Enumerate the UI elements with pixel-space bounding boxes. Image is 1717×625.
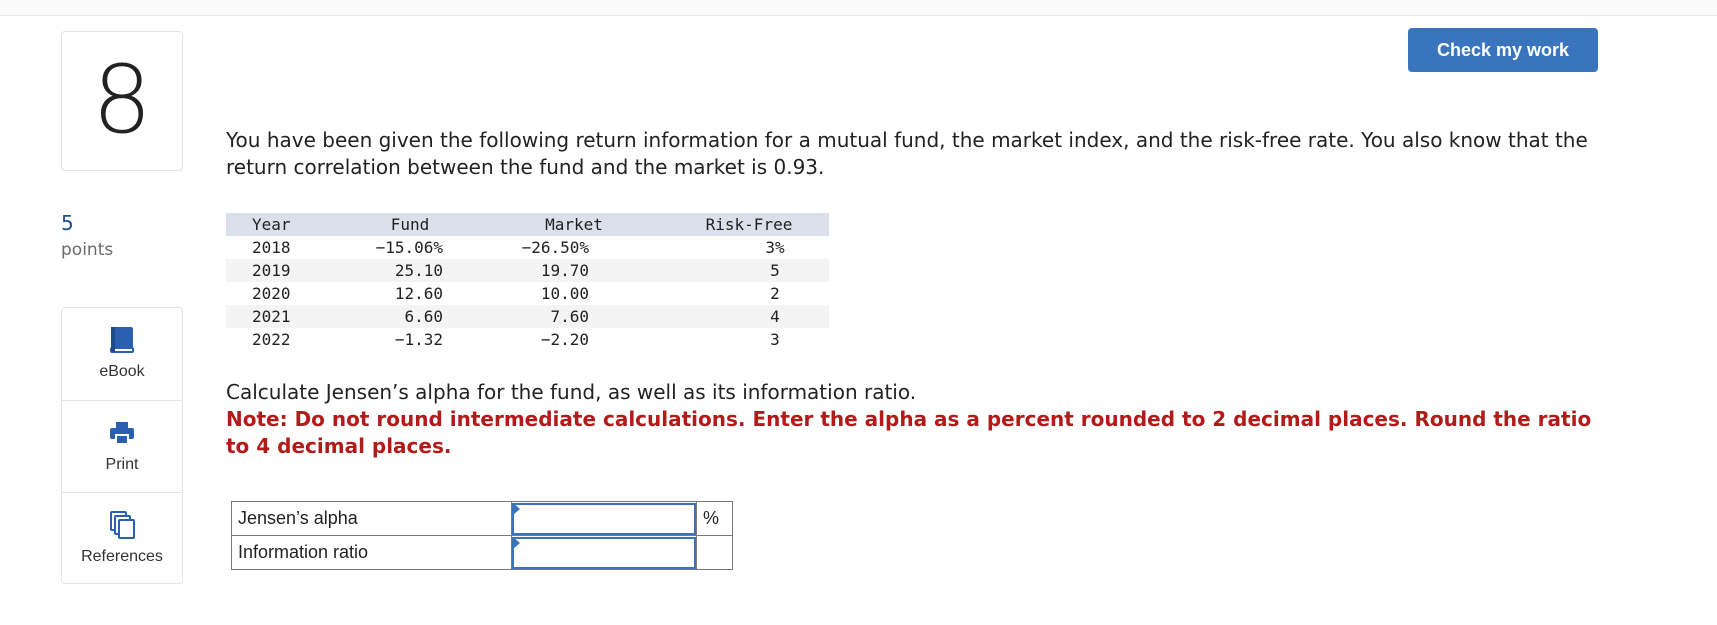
cell-market: −2.20 — [540, 330, 589, 349]
table-row: 2020 12.60 10.00 2 — [226, 282, 829, 305]
cell-year: 2021 — [252, 307, 291, 326]
cell-year: 2020 — [252, 284, 291, 303]
cell-market: 7.60 — [550, 307, 589, 326]
top-bar — [0, 0, 1717, 16]
cell-fund: 6.60 — [404, 307, 443, 326]
cell-fund: 25.10 — [394, 261, 443, 280]
cell-fund: −1.32 — [394, 330, 443, 349]
ratio-label: Information ratio — [231, 535, 512, 570]
alpha-input-cell — [511, 501, 697, 536]
references-button[interactable]: References — [62, 492, 182, 584]
table-row: 2021 6.60 7.60 4 — [226, 305, 829, 328]
cell-risk-free: 3% — [765, 238, 785, 257]
points-value: 5 — [61, 211, 74, 235]
alpha-unit: % — [696, 501, 733, 536]
ebook-button[interactable]: eBook — [62, 308, 182, 400]
cell-risk-free: 2 — [770, 284, 780, 303]
question-number-box: 8 — [61, 31, 183, 171]
points-label: points — [61, 240, 114, 260]
question-instruction: Calculate Jensen’s alpha for the fund, a… — [226, 380, 917, 404]
table-row: 2022 −1.32 −2.20 3 — [226, 328, 829, 351]
check-my-work-button[interactable]: Check my work — [1408, 28, 1598, 72]
cell-market: 19.70 — [540, 261, 589, 280]
question-number: 8 — [92, 46, 152, 155]
ratio-input-cell — [511, 535, 697, 570]
alpha-label: Jensen’s alpha — [231, 501, 512, 536]
header-fund: Fund — [390, 215, 430, 234]
cell-market: −26.50% — [521, 238, 589, 257]
ratio-input[interactable] — [512, 536, 696, 569]
ratio-unit — [696, 535, 733, 570]
alpha-input[interactable] — [512, 502, 696, 535]
cell-year: 2019 — [252, 261, 291, 280]
answer-row-ratio: Information ratio — [231, 535, 733, 570]
input-flag-icon — [513, 503, 520, 515]
table-row: 2019 25.10 19.70 5 — [226, 259, 829, 282]
header-year: Year — [252, 215, 291, 234]
question-prompt: You have been given the following return… — [226, 128, 1588, 179]
cell-year: 2018 — [252, 238, 291, 257]
book-icon — [110, 327, 134, 353]
cell-fund: −15.06% — [375, 238, 443, 257]
tools-panel: eBook Print References — [61, 307, 183, 584]
answer-row-alpha: Jensen’s alpha % — [231, 501, 733, 536]
question-note: Note: Do not round intermediate calculat… — [226, 407, 1592, 458]
ebook-label: eBook — [99, 363, 145, 380]
cell-risk-free: 5 — [770, 261, 780, 280]
input-flag-icon — [513, 537, 520, 549]
references-label: References — [81, 548, 163, 565]
cell-risk-free: 4 — [770, 307, 780, 326]
printer-icon — [110, 422, 134, 445]
returns-table: Year Fund Market Risk-Free 2018 −15.06% … — [226, 213, 829, 351]
cell-market: 10.00 — [540, 284, 589, 303]
header-risk-free: Risk-Free — [705, 215, 793, 234]
cell-risk-free: 3 — [770, 330, 780, 349]
cell-fund: 12.60 — [394, 284, 443, 303]
print-button[interactable]: Print — [62, 400, 182, 492]
table-row: 2018 −15.06% −26.50% 3% — [226, 236, 829, 259]
header-market: Market — [545, 215, 603, 234]
documents-icon — [110, 511, 135, 539]
returns-table-header: Year Fund Market Risk-Free — [226, 213, 829, 236]
cell-year: 2022 — [252, 330, 291, 349]
answer-table: Jensen’s alpha % Information ratio — [231, 501, 733, 570]
print-label: Print — [105, 456, 139, 473]
